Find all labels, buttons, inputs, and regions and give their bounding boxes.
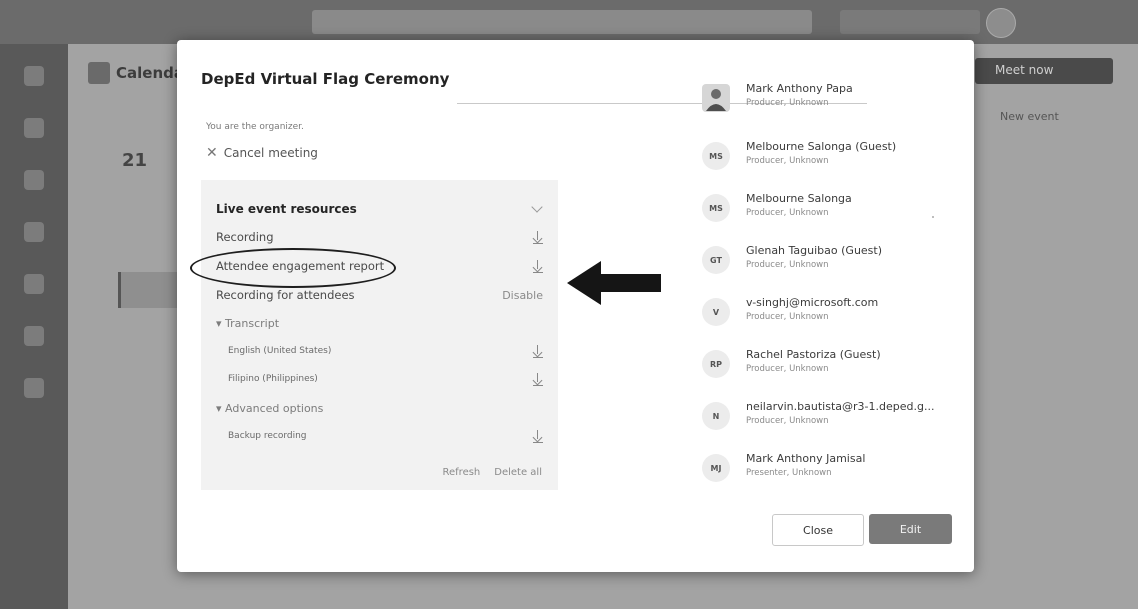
close-icon: ✕ — [206, 145, 218, 161]
participant-name: Melbourne Salonga (Guest) — [746, 140, 897, 153]
backup-recording-row: Backup recording — [216, 427, 543, 445]
participant-item[interactable]: GT Glenah Taguibao (Guest) Producer, Unk… — [702, 240, 962, 280]
participant-item[interactable]: V v-singhj@microsoft.com Producer, Unkno… — [702, 292, 962, 332]
cancel-meeting-button[interactable]: ✕ Cancel meeting — [206, 146, 318, 160]
transcript-row-english: English (United States) — [216, 342, 543, 360]
transcript-row-filipino: Filipino (Philippines) — [216, 370, 543, 388]
advanced-options-label: Advanced options — [225, 401, 324, 415]
resources-header-label: Live event resources — [216, 202, 357, 216]
arrow-left-icon — [567, 261, 661, 305]
search-input[interactable] — [312, 10, 812, 34]
highlight-ellipse — [190, 248, 396, 288]
participant-item[interactable]: Mark Anthony Papa Producer, Unknown — [702, 84, 962, 118]
chat-icon[interactable] — [24, 118, 44, 138]
participant-name: neilarvin.bautista@r3-1.deped.g... — [746, 400, 935, 413]
participant-item[interactable]: MS Melbourne Salonga (Guest) Producer, U… — [702, 136, 962, 176]
calendar-icon[interactable] — [24, 274, 44, 294]
calls-icon[interactable] — [24, 326, 44, 346]
participant-role: Producer, Unknown — [746, 416, 829, 426]
download-icon[interactable] — [533, 344, 543, 358]
participant-item[interactable]: MJ Mark Anthony Jamisal Presenter, Unkno… — [702, 448, 962, 488]
participant-name: Melbourne Salonga — [746, 192, 852, 205]
dialog-title: DepEd Virtual Flag Ceremony — [201, 70, 450, 88]
refresh-button[interactable]: Refresh — [443, 467, 481, 478]
cancel-meeting-label: Cancel meeting — [223, 146, 318, 160]
avatar: MS — [702, 142, 730, 170]
close-button[interactable]: Close — [772, 514, 864, 546]
participant-name: Mark Anthony Jamisal — [746, 452, 866, 465]
transcript-filipino-label: Filipino (Philippines) — [228, 374, 318, 384]
calendar-event-block[interactable] — [118, 272, 177, 308]
profile-avatar[interactable] — [986, 8, 1016, 38]
resources-header[interactable]: Live event resources — [216, 200, 543, 218]
avatar: RP — [702, 350, 730, 378]
meet-now-label: Meet now — [995, 63, 1054, 77]
participant-role: Producer, Unknown — [746, 156, 829, 166]
participants-list: Mark Anthony Papa Producer, Unknown MS M… — [702, 84, 962, 499]
live-event-resources-panel: Live event resources Recording Attendee … — [201, 180, 558, 490]
participant-role: Producer, Unknown — [746, 260, 829, 270]
teams-icon[interactable] — [24, 170, 44, 190]
delete-all-button[interactable]: Delete all — [494, 467, 542, 478]
scroll-indicator — [932, 216, 934, 218]
participant-role: Presenter, Unknown — [746, 468, 832, 478]
participant-name: Glenah Taguibao (Guest) — [746, 244, 883, 257]
new-event-hint[interactable]: New event — [1000, 110, 1059, 123]
transcript-english-label: English (United States) — [228, 346, 332, 356]
participant-role: Producer, Unknown — [746, 98, 829, 108]
person-photo-icon — [706, 89, 726, 111]
teams-top-bar — [0, 0, 1138, 44]
participant-name: Mark Anthony Papa — [746, 84, 853, 95]
download-icon[interactable] — [533, 429, 543, 443]
transcript-label: Transcript — [225, 316, 280, 330]
recording-label: Recording — [216, 230, 274, 244]
recording-row: Recording — [216, 228, 543, 246]
participant-role: Producer, Unknown — [746, 364, 829, 374]
avatar — [702, 84, 730, 112]
avatar: V — [702, 298, 730, 326]
assignments-icon[interactable] — [24, 222, 44, 242]
recording-attendees-row: Recording for attendees Disable — [216, 286, 543, 304]
backup-recording-label: Backup recording — [228, 431, 307, 441]
participant-item[interactable]: RP Rachel Pastoriza (Guest) Producer, Un… — [702, 344, 962, 384]
avatar: GT — [702, 246, 730, 274]
recording-attendees-label: Recording for attendees — [216, 288, 355, 302]
panel-footer: Refresh Delete all — [443, 467, 543, 478]
meeting-details-dialog: DepEd Virtual Flag Ceremony You are the … — [177, 40, 974, 572]
avatar: N — [702, 402, 730, 430]
activity-icon[interactable] — [24, 66, 44, 86]
chevron-down-icon — [531, 201, 543, 213]
calendar-date: 21 — [122, 150, 148, 171]
participant-role: Producer, Unknown — [746, 208, 829, 218]
avatar: MJ — [702, 454, 730, 482]
organizer-note: You are the organizer. — [206, 122, 304, 132]
participant-item[interactable]: MS Melbourne Salonga Producer, Unknown — [702, 188, 962, 228]
participant-name: v-singhj@microsoft.com — [746, 296, 879, 309]
disable-button[interactable]: Disable — [502, 289, 543, 302]
edit-button[interactable]: Edit — [869, 514, 952, 544]
transcript-toggle[interactable]: ▾ Transcript — [216, 314, 543, 332]
participant-item[interactable]: N neilarvin.bautista@r3-1.deped.g... Pro… — [702, 396, 962, 436]
participant-name: Rachel Pastoriza (Guest) — [746, 348, 881, 361]
download-icon[interactable] — [533, 372, 543, 386]
participant-role: Producer, Unknown — [746, 312, 829, 322]
account-switcher[interactable] — [840, 10, 980, 34]
download-icon[interactable] — [533, 230, 543, 244]
download-icon[interactable] — [533, 259, 543, 273]
avatar: MS — [702, 194, 730, 222]
advanced-options-toggle[interactable]: ▾ Advanced options — [216, 399, 543, 417]
files-icon[interactable] — [24, 378, 44, 398]
app-rail — [0, 44, 68, 609]
calendar-app-icon — [88, 62, 110, 84]
meet-now-button[interactable]: Meet now — [975, 58, 1113, 84]
